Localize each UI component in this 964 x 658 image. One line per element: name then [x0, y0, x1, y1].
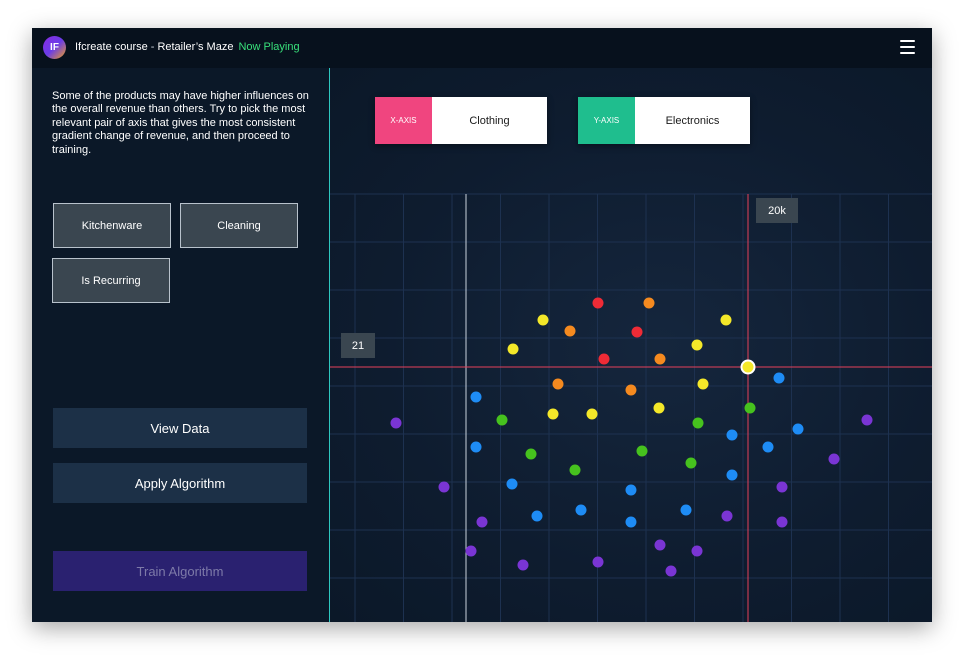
data-point [537, 314, 549, 326]
title-separator: - [150, 41, 155, 53]
apply-algorithm-button[interactable]: Apply Algorithm [53, 463, 307, 503]
data-point [575, 504, 587, 516]
game-name: Retailer’s Maze [157, 41, 234, 53]
data-point [476, 516, 488, 528]
data-point [547, 408, 559, 420]
feature-is-recurring-button[interactable]: Is Recurring [52, 258, 170, 303]
data-point [564, 325, 576, 337]
data-point [828, 453, 840, 465]
data-point [390, 417, 402, 429]
x-axis-value: Clothing [469, 114, 510, 127]
ifcreate-logo-icon[interactable]: IF [43, 36, 66, 59]
data-point [631, 326, 643, 338]
data-point [507, 343, 519, 355]
data-point [691, 545, 703, 557]
data-point [691, 339, 703, 351]
data-point [776, 481, 788, 493]
data-point [692, 417, 704, 429]
data-point [625, 484, 637, 496]
x-axis-selector[interactable]: X-AXIS Clothing [375, 97, 547, 144]
data-point [506, 478, 518, 490]
data-point [697, 378, 709, 390]
data-point [776, 516, 788, 528]
data-point [744, 402, 756, 414]
data-point [470, 441, 482, 453]
data-point [861, 414, 873, 426]
data-point [598, 353, 610, 365]
data-point [517, 559, 529, 571]
data-point [625, 516, 637, 528]
data-point [586, 408, 598, 420]
data-point [726, 469, 738, 481]
left-panel: Some of the products may have higher inf… [32, 68, 329, 622]
data-point [470, 391, 482, 403]
data-point [592, 297, 604, 309]
data-point [643, 297, 655, 309]
feature-cleaning-button[interactable]: Cleaning [180, 203, 298, 248]
y-axis-tag: Y-AXIS [578, 97, 635, 144]
top-bar: IF Ifcreate course - Retailer’s Maze Now Pl… [32, 28, 932, 68]
selected-data-point [740, 359, 756, 375]
data-point [569, 464, 581, 476]
window-title: Ifcreate course - Retailer’s Maze Now Playi… [75, 41, 300, 53]
data-point [762, 441, 774, 453]
scatter-plot[interactable] [330, 68, 932, 622]
data-point [654, 539, 666, 551]
data-point [552, 378, 564, 390]
data-point [525, 448, 537, 460]
data-point [531, 510, 543, 522]
train-algorithm-button[interactable]: Train Algorithm [53, 551, 307, 591]
data-point [721, 510, 733, 522]
data-point [726, 429, 738, 441]
x-crosshair-readout: 20k [756, 198, 798, 223]
app-window: IF Ifcreate course - Retailer’s Maze Now Pl… [32, 28, 932, 622]
y-axis-selector[interactable]: Y-AXIS Electronics [578, 97, 750, 144]
data-point [654, 353, 666, 365]
data-point [592, 556, 604, 568]
data-point [792, 423, 804, 435]
x-axis-tag: X-AXIS [375, 97, 432, 144]
playing-status: Now Playing [238, 41, 300, 53]
data-point [773, 372, 785, 384]
instructions-text: Some of the products may have higher inf… [52, 90, 309, 156]
y-crosshair-readout: 21 [341, 333, 375, 358]
data-point [625, 384, 637, 396]
data-point [653, 402, 665, 414]
course-name: Ifcreate course [75, 41, 148, 53]
data-point [438, 481, 450, 493]
data-point [720, 314, 732, 326]
y-axis-value: Electronics [665, 114, 720, 127]
data-point [685, 457, 697, 469]
scatter-plot-area[interactable]: X-AXIS Clothing Y-AXIS Electronics 20k 2… [330, 68, 932, 622]
data-point [665, 565, 677, 577]
hamburger-menu-icon[interactable] [900, 40, 915, 54]
data-point [680, 504, 692, 516]
data-point [465, 545, 477, 557]
data-point [496, 414, 508, 426]
data-point [636, 445, 648, 457]
view-data-button[interactable]: View Data [53, 408, 307, 448]
feature-kitchenware-button[interactable]: Kitchenware [53, 203, 171, 248]
